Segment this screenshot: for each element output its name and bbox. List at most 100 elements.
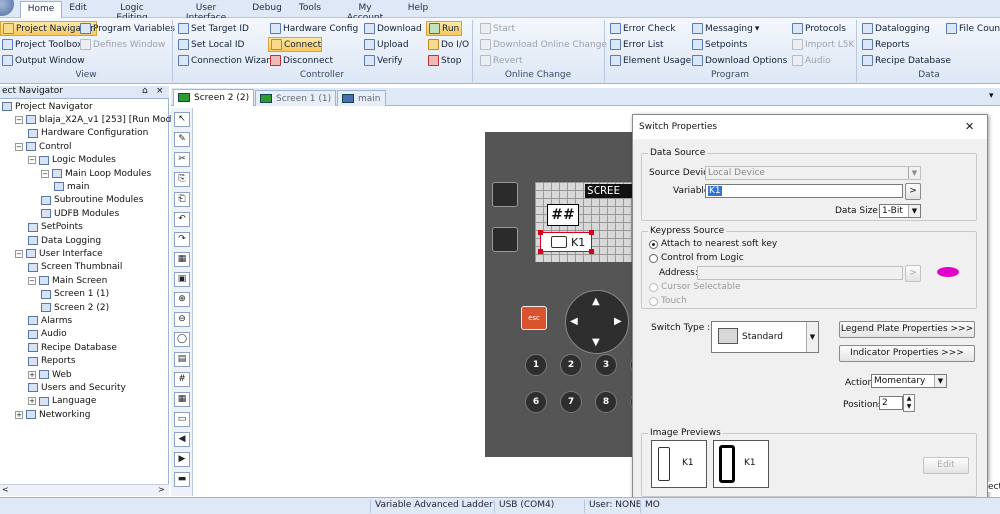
close-icon[interactable]: × xyxy=(156,86,164,96)
selection-handle[interactable] xyxy=(589,230,594,235)
tree-node[interactable]: Alarms xyxy=(28,314,72,327)
chevron-down-icon[interactable]: ▼ xyxy=(908,167,920,179)
tree-node[interactable]: Screen 1 (1) xyxy=(41,288,109,301)
tree-node[interactable]: Audio xyxy=(28,328,67,341)
toolbox-tool-button[interactable]: ▦ xyxy=(174,392,190,407)
protocols-button[interactable]: Protocols xyxy=(790,21,848,36)
menu-tab-logic-editing[interactable]: Logic Editing xyxy=(104,3,160,23)
tree-node[interactable]: Screen 2 (2) xyxy=(41,301,109,314)
selection-handle[interactable] xyxy=(538,230,543,235)
download-online-change-button[interactable]: Download Online Change xyxy=(478,37,609,52)
messaging-button[interactable]: Messaging ▾ xyxy=(690,21,761,36)
connection-wizard-button[interactable]: Connection Wizard xyxy=(176,53,277,68)
import-l5k-button[interactable]: Import L5K xyxy=(790,37,856,52)
expander-icon[interactable]: − xyxy=(28,276,36,285)
selection-handle[interactable] xyxy=(538,249,543,254)
toolbox-tool-button[interactable]: ▶ xyxy=(174,452,190,467)
toolbox-tool-button[interactable]: ⎗ xyxy=(174,192,190,207)
menu-tab-debug[interactable]: Debug xyxy=(252,3,282,18)
control-from-logic-radio[interactable] xyxy=(649,254,658,263)
expander-icon[interactable]: − xyxy=(41,169,49,178)
key-2[interactable]: 2 xyxy=(560,354,582,376)
tree-node[interactable]: + Language xyxy=(28,395,96,408)
toolbox-tool-button[interactable]: ✂ xyxy=(174,152,190,167)
tabs-menu-arrow-icon[interactable]: ▾ xyxy=(989,91,994,101)
do-io-button[interactable]: Do I/O xyxy=(426,37,471,52)
key-1[interactable]: 1 xyxy=(525,354,547,376)
tree-node[interactable]: − Main Screen xyxy=(28,274,107,287)
tree-node[interactable]: Screen Thumbnail xyxy=(28,261,122,274)
variable-input[interactable]: K1 xyxy=(705,184,903,198)
chevron-down-icon[interactable]: ▼ xyxy=(806,322,818,352)
error-list-button[interactable]: Error List xyxy=(608,37,666,52)
navigation-pad[interactable]: ▲ ▼ ◀ ▶ xyxy=(565,290,629,354)
cursor-selectable-radio[interactable] xyxy=(649,283,658,292)
tree-node[interactable]: − Logic Modules xyxy=(28,154,116,167)
expander-icon[interactable]: − xyxy=(28,156,36,165)
app-orb-icon[interactable] xyxy=(0,0,14,16)
expander-icon[interactable]: + xyxy=(15,410,23,419)
error-check-button[interactable]: Error Check xyxy=(608,21,677,36)
set-target-id-button[interactable]: Set Target ID xyxy=(176,21,251,36)
soft-key-bottom[interactable] xyxy=(492,227,518,252)
key-8[interactable]: 8 xyxy=(595,391,617,413)
arrow-down-icon[interactable]: ▼ xyxy=(592,337,600,348)
source-device-select[interactable]: Local Device ▼ xyxy=(705,166,921,180)
tree-node[interactable]: Subroutine Modules xyxy=(41,194,143,207)
tree-node[interactable]: − User Interface xyxy=(15,247,103,260)
tree-node[interactable]: Reports xyxy=(28,355,76,368)
toolbox-tool-button[interactable]: ⊕ xyxy=(174,292,190,307)
key-7[interactable]: 7 xyxy=(560,391,582,413)
tree-node[interactable]: Users and Security xyxy=(28,381,126,394)
tree-node[interactable]: main xyxy=(54,180,90,193)
tree-node[interactable]: UDFB Modules xyxy=(41,207,119,220)
scroll-right-icon[interactable]: > xyxy=(158,485,165,494)
tree-node[interactable]: Recipe Database xyxy=(28,341,117,354)
navigator-horizontal-scrollbar[interactable]: < > xyxy=(0,484,169,496)
verify-button[interactable]: Verify xyxy=(362,53,405,68)
set-local-id-button[interactable]: Set Local ID xyxy=(176,37,246,52)
datalogging-button[interactable]: Datalogging xyxy=(860,21,932,36)
address-input[interactable] xyxy=(697,266,903,280)
stop-button[interactable]: Stop xyxy=(426,53,463,68)
positions-stepper[interactable]: ▲ ▼ xyxy=(903,394,915,412)
revert-button[interactable]: Revert xyxy=(478,53,524,68)
numeric-display[interactable]: ## xyxy=(547,204,579,226)
positions-input[interactable]: 2 xyxy=(879,396,903,410)
tab-screen-1[interactable]: Screen 1 (1) xyxy=(255,90,337,106)
expander-icon[interactable]: − xyxy=(15,249,23,258)
arrow-up-icon[interactable]: ▲ xyxy=(592,296,600,307)
menu-tab-help[interactable]: Help xyxy=(406,3,430,18)
tree-node[interactable]: Hardware Configuration xyxy=(28,127,148,140)
variable-browse-button[interactable]: > xyxy=(905,183,921,200)
dialog-titlebar[interactable]: Switch Properties ✕ xyxy=(633,115,987,139)
element-usage-button[interactable]: Element Usage xyxy=(608,53,693,68)
project-toolbox-button[interactable]: Project Toolbox xyxy=(0,37,84,52)
soft-key-top[interactable] xyxy=(492,182,518,207)
toolbox-tool-button[interactable]: ◯ xyxy=(174,332,190,347)
pin-icon[interactable]: ⌂ xyxy=(142,86,148,96)
tree-node[interactable]: Project Navigator xyxy=(2,100,93,113)
key-3[interactable]: 3 xyxy=(595,354,617,376)
file-counters-button[interactable]: File Counte xyxy=(944,21,1000,36)
tree-node[interactable]: + Networking xyxy=(15,408,91,421)
audio-button[interactable]: Audio xyxy=(790,53,833,68)
setpoints-button[interactable]: Setpoints xyxy=(690,37,749,52)
key-6[interactable]: 6 xyxy=(525,391,547,413)
toolbox-tool-button[interactable]: # xyxy=(174,372,190,387)
download-button[interactable]: Download xyxy=(362,21,424,36)
upload-button[interactable]: Upload xyxy=(362,37,411,52)
chevron-down-icon[interactable]: ▼ xyxy=(934,375,946,387)
tree-node[interactable]: Data Logging xyxy=(28,234,101,247)
run-button[interactable]: Run xyxy=(426,21,462,36)
toolbox-tool-button[interactable]: ↷ xyxy=(174,232,190,247)
download-options-button[interactable]: Download Options xyxy=(690,53,789,68)
hardware-config-button[interactable]: Hardware Config xyxy=(268,21,360,36)
tab-main[interactable]: main xyxy=(337,90,386,106)
toolbox-tool-button[interactable]: ✎ xyxy=(174,132,190,147)
expander-icon[interactable]: + xyxy=(28,370,36,379)
disconnect-button[interactable]: Disconnect xyxy=(268,53,335,68)
menu-tab-tools[interactable]: Tools xyxy=(296,3,324,18)
chevron-down-icon[interactable]: ▼ xyxy=(908,205,920,217)
switch-type-select[interactable]: Standard ▼ xyxy=(711,321,819,353)
